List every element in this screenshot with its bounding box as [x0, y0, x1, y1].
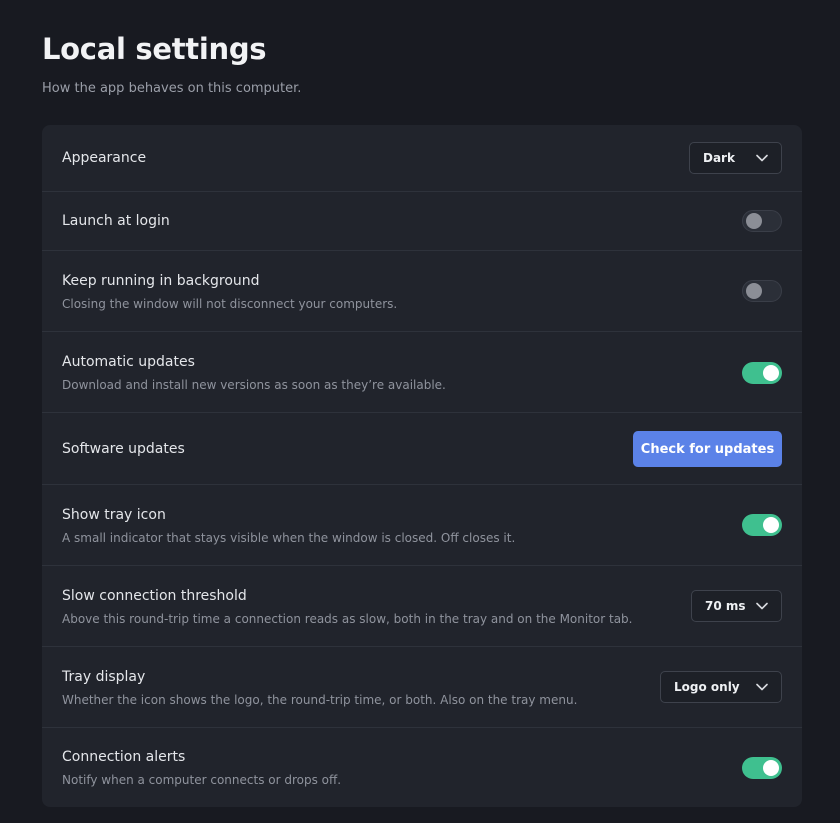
- select-value: 70 ms: [705, 599, 746, 613]
- chevron-down-icon: [756, 683, 768, 691]
- setting-description: Whether the icon shows the logo, the rou…: [62, 692, 578, 707]
- setting-description: A small indicator that stays visible whe…: [62, 530, 516, 545]
- appearance-select[interactable]: Dark: [689, 142, 782, 174]
- toggle-knob: [763, 517, 779, 533]
- setting-description: Notify when a computer connects or drops…: [62, 773, 342, 787]
- keep-running-toggle[interactable]: [742, 280, 782, 302]
- setting-label: Keep running in background: [62, 272, 260, 289]
- setting-row-connection-alerts: Connection alerts Notify when a computer…: [42, 727, 802, 807]
- setting-label: Automatic updates: [62, 353, 195, 370]
- setting-label: Launch at login: [62, 213, 170, 229]
- check-for-updates-button[interactable]: Check for updates: [633, 431, 782, 467]
- settings-page: Local settings How the app behaves on th…: [0, 0, 840, 823]
- setting-description: Closing the window will not disconnect y…: [62, 296, 398, 311]
- launch-at-login-toggle[interactable]: [742, 210, 782, 232]
- page-title: Local settings: [42, 32, 267, 66]
- show-tray-icon-toggle[interactable]: [742, 514, 782, 536]
- automatic-updates-toggle[interactable]: [742, 362, 782, 384]
- toggle-knob: [763, 365, 779, 381]
- toggle-knob: [746, 283, 762, 299]
- setting-label: Software updates: [62, 440, 185, 457]
- setting-row-automatic-updates: Automatic updates Download and install n…: [42, 331, 802, 412]
- page-subtitle: How the app behaves on this computer.: [42, 81, 302, 96]
- select-value: Dark: [703, 151, 735, 165]
- setting-label: Tray display: [62, 668, 146, 685]
- setting-row-show-tray-icon: Show tray icon A small indicator that st…: [42, 484, 802, 565]
- setting-label: Slow connection threshold: [62, 587, 247, 604]
- setting-row-appearance: Appearance Dark: [42, 125, 802, 191]
- toggle-knob: [763, 760, 779, 776]
- toggle-knob: [746, 213, 762, 229]
- setting-row-software-updates: Software updates Check for updates: [42, 412, 802, 484]
- slow-threshold-select[interactable]: 70 ms: [691, 590, 782, 622]
- setting-label: Appearance: [62, 150, 147, 166]
- setting-row-keep-running: Keep running in background Closing the w…: [42, 250, 802, 331]
- setting-row-slow-connection-threshold: Slow connection threshold Above this rou…: [42, 565, 802, 646]
- settings-card: Appearance Dark Launch at login Keep run…: [42, 125, 802, 807]
- setting-row-tray-display: Tray display Whether the icon shows the …: [42, 646, 802, 727]
- chevron-down-icon: [756, 154, 768, 162]
- connection-alerts-toggle[interactable]: [742, 757, 782, 779]
- setting-description: Above this round-trip time a connection …: [62, 611, 633, 626]
- setting-description: Download and install new versions as soo…: [62, 377, 446, 392]
- chevron-down-icon: [756, 602, 768, 610]
- setting-label: Show tray icon: [62, 506, 166, 523]
- setting-row-launch-at-login: Launch at login: [42, 191, 802, 250]
- select-value: Logo only: [674, 680, 740, 694]
- tray-display-select[interactable]: Logo only: [660, 671, 782, 703]
- setting-label: Connection alerts: [62, 749, 186, 765]
